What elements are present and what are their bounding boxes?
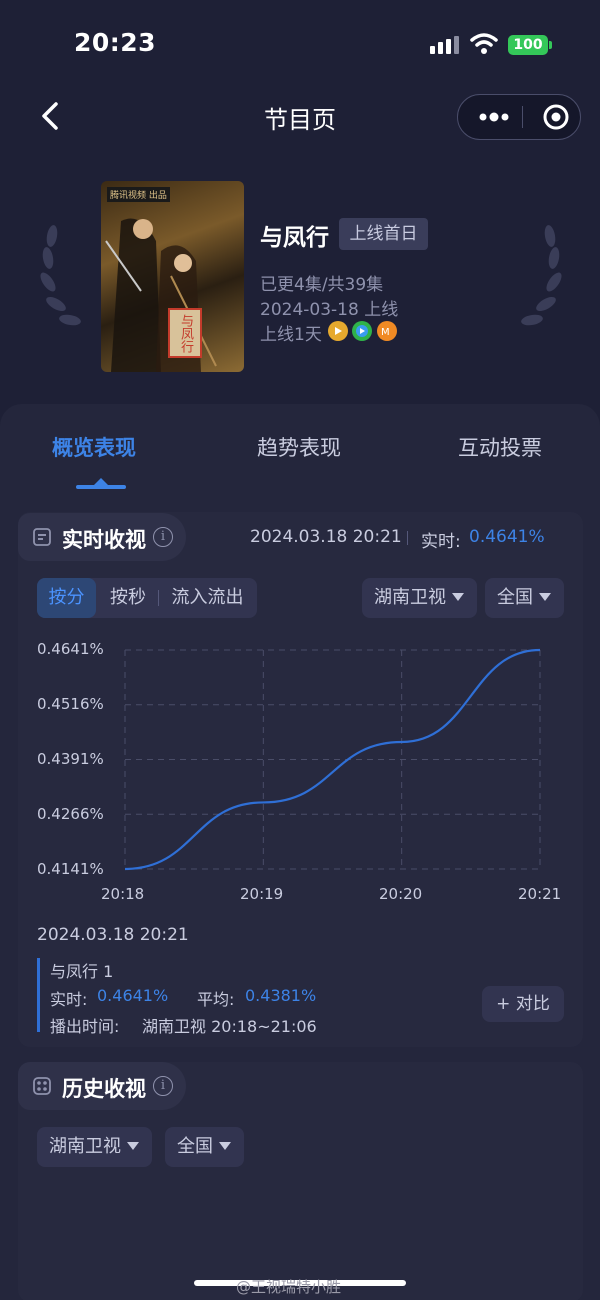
x-tick-label: 20:20 <box>379 885 423 903</box>
history-region-label: 全国 <box>177 1136 213 1157</box>
x-tick-label: 20:21 <box>518 885 562 903</box>
realtime-line-chart <box>124 648 541 871</box>
detail-airtime-label: 播出时间: <box>50 1017 120 1036</box>
history-region-dropdown[interactable]: 全国 <box>165 1127 244 1167</box>
x-tick-label: 20:19 <box>240 885 284 903</box>
x-tick-label: 20:18 <box>101 885 145 903</box>
history-channel-label: 湖南卫视 <box>49 1136 121 1157</box>
chart-grid <box>124 649 541 870</box>
chevron-down-icon <box>127 1142 139 1150</box>
detail-realtime-value: 0.4641% <box>97 986 169 1005</box>
compare-button[interactable]: + 对比 <box>482 986 564 1022</box>
detail-realtime-label: 实时: <box>50 990 88 1009</box>
detail-timestamp: 2024.03.18 20:21 <box>37 925 189 945</box>
detail-avg-value: 0.4381% <box>245 986 317 1005</box>
history-info-icon[interactable]: i <box>153 1076 173 1096</box>
detail-series-name: 与凤行 1 <box>50 962 114 981</box>
detail-series-marker <box>37 958 40 1032</box>
detail-airtime-value: 湖南卫视 20:18~21:06 <box>142 1017 317 1036</box>
chevron-down-icon <box>219 1142 231 1150</box>
watermark: @王视瑞特小胜 <box>236 1278 342 1296</box>
detail-avg-label: 平均: <box>197 990 235 1009</box>
history-channel-dropdown[interactable]: 湖南卫视 <box>37 1127 152 1167</box>
history-title: 历史收视 <box>62 1077 146 1101</box>
history-icon <box>33 1077 51 1095</box>
